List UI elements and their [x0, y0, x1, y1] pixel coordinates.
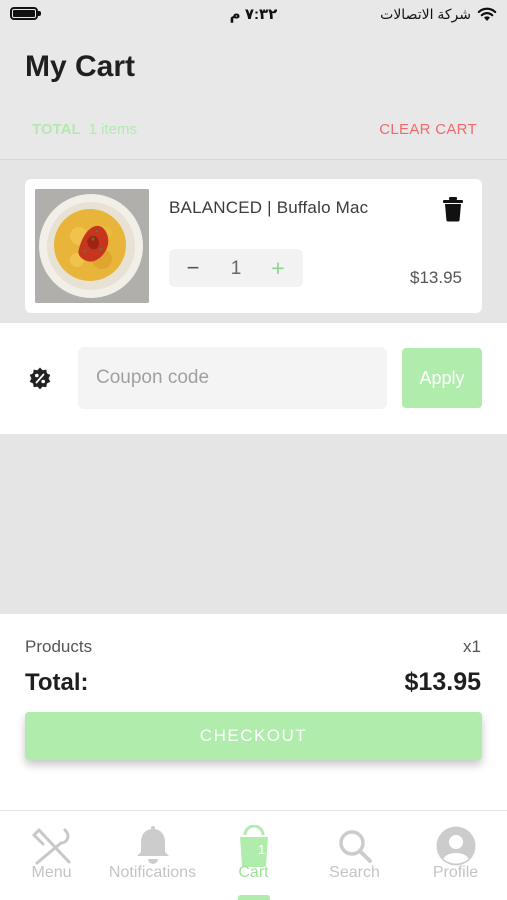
items-count: 1 items	[88, 121, 137, 138]
tab-search-label: Search	[329, 864, 380, 881]
status-bar: ٧:٣٢ م شركة الاتصالات	[0, 0, 507, 28]
coupon-section: Apply	[0, 323, 507, 434]
cart-header: My Cart TOTAL 1 items CLEAR CART	[0, 28, 507, 160]
tab-profile-label: Profile	[432, 864, 479, 881]
total-label: TOTAL	[32, 121, 81, 138]
tab-menu-label: Menu	[31, 864, 72, 881]
apply-coupon-button[interactable]: Apply	[402, 348, 482, 408]
carrier-info: شركة الاتصالات	[380, 6, 497, 23]
user-icon	[436, 826, 476, 866]
products-label: Products	[25, 637, 93, 656]
coupon-code-input[interactable]	[78, 347, 387, 409]
tab-notifications-label: Notifications	[108, 864, 197, 881]
trash-icon[interactable]	[442, 196, 464, 222]
tab-notifications[interactable]: Notifications	[102, 811, 203, 900]
discount-badge-icon	[28, 367, 52, 391]
tab-cart-label: Cart	[238, 864, 269, 881]
item-name: BALANCED | Buffalo Mac	[169, 198, 369, 217]
tab-menu[interactable]: Menu	[1, 811, 102, 900]
decrease-quantity-button[interactable]: −	[183, 256, 203, 280]
item-price: $13.95	[410, 268, 462, 287]
products-quantity: x1	[463, 637, 481, 656]
shopping-bag-icon: 1	[240, 825, 268, 867]
buffalo-mac-image	[35, 189, 149, 303]
wifi-icon	[477, 7, 497, 21]
total-value: $13.95	[404, 668, 481, 696]
active-tab-indicator	[238, 895, 270, 900]
total-label: Total:	[25, 669, 89, 696]
checkout-button[interactable]: CHECKOUT	[25, 712, 482, 760]
quantity-stepper: − 1 +	[169, 249, 303, 287]
increase-quantity-button[interactable]: +	[268, 256, 288, 280]
bottom-tab-bar: Menu Notifications 1 Cart Search Profile	[0, 810, 507, 900]
search-icon	[339, 830, 372, 863]
carrier-name: شركة الاتصالات	[380, 6, 471, 22]
quantity-value: 1	[230, 258, 242, 279]
bell-icon	[137, 826, 169, 864]
order-summary: Products x1 Total: $13.95 CHECKOUT	[0, 614, 507, 810]
tab-search[interactable]: Search	[304, 811, 405, 900]
cart-badge: 1	[258, 842, 265, 857]
tab-cart[interactable]: 1 Cart	[203, 811, 304, 900]
tab-profile[interactable]: Profile	[405, 811, 506, 900]
clear-cart-button[interactable]: CLEAR CART	[379, 121, 477, 138]
page-title: My Cart	[25, 50, 136, 83]
cart-item: BALANCED | Buffalo Mac − 1 + $13.95	[25, 179, 482, 313]
item-image	[35, 189, 149, 303]
total-summary: TOTAL 1 items	[32, 121, 137, 138]
utensils-icon	[32, 828, 71, 865]
